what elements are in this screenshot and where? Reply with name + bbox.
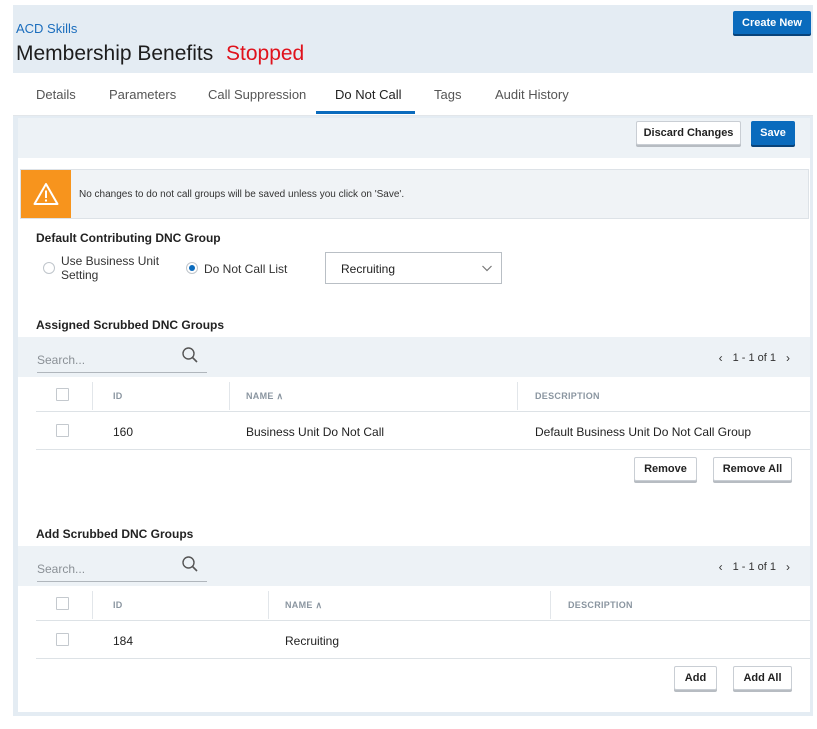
column-header-name[interactable]: NAME ∧ [246, 391, 283, 402]
default-group-label: Default Contributing DNC Group [36, 231, 221, 245]
assigned-table-header: ID NAME ∧ DESCRIPTION [36, 378, 810, 412]
row-description: Default Business Unit Do Not Call Group [535, 425, 752, 439]
available-table-toolbar: ‹ 1 - 1 of 1 › [18, 546, 810, 586]
active-tab-indicator [316, 111, 415, 114]
warning-alert: No changes to do not call groups will be… [20, 169, 809, 219]
available-pager: ‹ 1 - 1 of 1 › [719, 560, 790, 574]
search-icon[interactable] [181, 555, 199, 578]
add-button[interactable]: Add [674, 666, 717, 690]
column-header-id[interactable]: ID [113, 391, 123, 401]
column-divider [92, 591, 93, 619]
row-name: Recruiting [285, 634, 340, 648]
available-table-header: ID NAME ∧ DESCRIPTION [36, 587, 810, 621]
search-icon[interactable] [181, 346, 199, 369]
next-page-icon[interactable]: › [786, 351, 790, 365]
add-groups-label: Add Scrubbed DNC Groups [36, 527, 194, 541]
page-info: 1 - 1 of 1 [732, 352, 776, 364]
column-header-description[interactable]: DESCRIPTION [568, 600, 633, 610]
assigned-table-toolbar: ‹ 1 - 1 of 1 › [18, 337, 810, 377]
column-divider [92, 382, 93, 410]
next-page-icon[interactable]: › [786, 560, 790, 574]
select-value: Recruiting [341, 262, 396, 276]
select-all-checkbox[interactable] [56, 597, 69, 610]
prev-page-icon[interactable]: ‹ [719, 351, 723, 365]
alert-message: No changes to do not call groups will be… [79, 189, 405, 200]
tab-call-suppression[interactable]: Call Suppression [208, 87, 306, 102]
tab-tags[interactable]: Tags [434, 87, 461, 102]
assigned-groups-label: Assigned Scrubbed DNC Groups [36, 318, 225, 332]
tab-do-not-call[interactable]: Do Not Call [335, 87, 401, 102]
table-row[interactable]: 160 Business Unit Do Not Call Default Bu… [36, 413, 810, 450]
tab-audit-history[interactable]: Audit History [495, 87, 569, 102]
row-id: 160 [113, 425, 134, 439]
dnc-list-select[interactable]: Recruiting [325, 252, 502, 284]
chevron-down-icon [481, 261, 493, 279]
select-all-checkbox[interactable] [56, 388, 69, 401]
column-divider [229, 382, 230, 410]
tab-parameters[interactable]: Parameters [109, 87, 176, 102]
add-all-button[interactable]: Add All [733, 666, 792, 690]
column-divider [517, 382, 518, 410]
radio-use-business-unit[interactable] [43, 262, 55, 274]
prev-page-icon[interactable]: ‹ [719, 560, 723, 574]
assigned-pager: ‹ 1 - 1 of 1 › [719, 351, 790, 365]
action-toolbar: Discard Changes Save [18, 118, 810, 158]
column-header-id[interactable]: ID [113, 600, 123, 610]
tab-details[interactable]: Details [36, 87, 76, 102]
create-new-button[interactable]: Create New [733, 11, 811, 34]
radio-do-not-call-list-label: Do Not Call List [204, 262, 288, 276]
page-info: 1 - 1 of 1 [732, 561, 776, 573]
row-checkbox[interactable] [56, 424, 69, 437]
table-row[interactable]: 184 Recruiting [36, 622, 810, 659]
radio-use-business-unit-label: Use Business Unit Setting [61, 254, 160, 282]
remove-all-button[interactable]: Remove All [713, 457, 792, 481]
remove-button[interactable]: Remove [634, 457, 697, 481]
row-checkbox[interactable] [56, 633, 69, 646]
tab-bar: Details Parameters Call Suppression Do N… [13, 73, 813, 116]
column-divider [268, 591, 269, 619]
status-label: Stopped [226, 42, 305, 65]
radio-do-not-call-list[interactable] [186, 262, 198, 274]
column-divider [550, 591, 551, 619]
column-header-description[interactable]: DESCRIPTION [535, 391, 600, 401]
row-id: 184 [113, 634, 134, 648]
page-title: Membership Benefits [16, 42, 214, 65]
row-name: Business Unit Do Not Call [246, 425, 385, 439]
column-header-name[interactable]: NAME ∧ [285, 600, 322, 611]
save-button[interactable]: Save [751, 121, 795, 145]
discard-changes-button[interactable]: Discard Changes [636, 121, 741, 145]
breadcrumb[interactable]: ACD Skills [16, 21, 77, 36]
warning-icon [21, 170, 71, 218]
